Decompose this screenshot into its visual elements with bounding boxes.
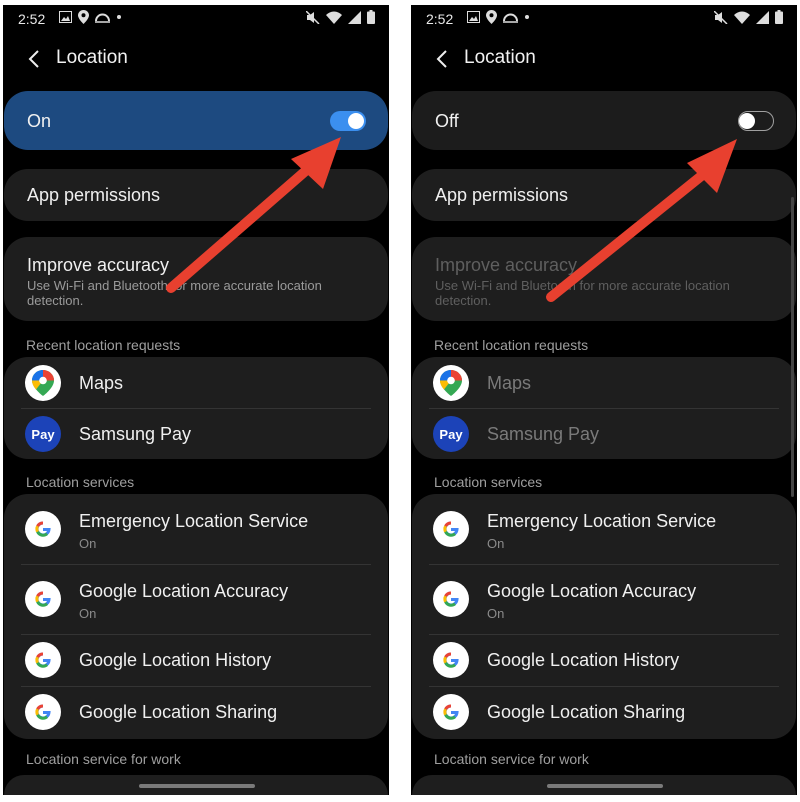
app-permissions-row[interactable]: App permissions [412, 169, 796, 221]
google-icon [433, 511, 469, 547]
app-permissions-label: App permissions [435, 185, 569, 205]
google-icon [433, 694, 469, 730]
maps-icon [433, 365, 469, 401]
app-permissions-label: App permissions [27, 185, 161, 205]
signal-icon [348, 10, 361, 24]
improve-accuracy-title: Improve accuracy [27, 255, 170, 275]
weather-icon [503, 13, 518, 23]
battery-icon [367, 10, 375, 24]
more-notifications-dot-icon [525, 15, 529, 19]
google-icon [433, 642, 469, 678]
list-item-label: Google Location Sharing [487, 702, 686, 722]
location-services-header: Location services [434, 474, 543, 490]
scrollbar[interactable] [791, 197, 794, 497]
list-item-label: Google Location History [79, 650, 272, 670]
image-notification-icon [467, 11, 480, 23]
list-item-label: Google Location History [487, 650, 680, 670]
recent-requests-list: Maps Pay Samsung Pay [4, 357, 388, 459]
mute-icon [714, 10, 728, 24]
list-item-google-location-accuracy[interactable]: Google Location Accuracy On [412, 564, 796, 634]
toggle-knob [739, 113, 755, 129]
location-services-list: Emergency Location Service On Google Loc… [4, 494, 388, 739]
improve-accuracy-description: Use Wi-Fi and Bluetooth for more accurat… [435, 278, 730, 308]
location-toggle-switch[interactable] [330, 111, 366, 131]
signal-icon [756, 10, 769, 24]
list-item-label: Google Location Accuracy [487, 581, 697, 601]
status-bar: 2:52 [411, 5, 797, 31]
back-arrow-icon[interactable] [431, 47, 455, 71]
list-item-label: Emergency Location Service [487, 511, 717, 531]
app-permissions-row[interactable]: App permissions [4, 169, 388, 221]
list-item-emergency-location-service[interactable]: Emergency Location Service On [4, 494, 388, 564]
page-title: Location [56, 47, 128, 68]
list-item-label: Samsung Pay [487, 424, 600, 444]
mute-icon [306, 10, 320, 24]
location-services-list: Emergency Location Service On Google Loc… [412, 494, 796, 739]
work-services-header: Location service for work [26, 751, 181, 767]
list-item-emergency-location-service[interactable]: Emergency Location Service On [412, 494, 796, 564]
google-icon [25, 511, 61, 547]
google-icon [25, 694, 61, 730]
list-item-google-location-accuracy[interactable]: Google Location Accuracy On [4, 564, 388, 634]
google-icon [433, 581, 469, 617]
list-item-google-location-history[interactable]: Google Location History [4, 634, 388, 686]
more-notifications-dot-icon [117, 15, 121, 19]
toggle-knob [348, 113, 364, 129]
google-icon [25, 642, 61, 678]
location-master-toggle-row[interactable]: Off [412, 91, 796, 150]
recent-requests-header: Recent location requests [26, 337, 181, 353]
weather-icon [95, 13, 110, 23]
phone-screen-location-on: 2:52 Location On App permissions Improve… [3, 5, 389, 795]
google-icon [25, 581, 61, 617]
location-toggle-switch[interactable] [738, 111, 774, 131]
list-item-status: On [487, 536, 505, 551]
image-notification-icon [59, 11, 72, 23]
list-item-samsung-pay[interactable]: Pay Samsung Pay [412, 408, 796, 459]
list-item-label: Google Location Sharing [79, 702, 278, 722]
list-item-google-location-sharing[interactable]: Google Location Sharing [4, 686, 388, 739]
location-pin-icon [486, 10, 497, 24]
list-item-label: Samsung Pay [79, 424, 192, 444]
back-arrow-icon[interactable] [23, 47, 47, 71]
list-item-maps[interactable]: Maps [412, 357, 796, 408]
list-item-label: Maps [487, 373, 532, 393]
wifi-icon [734, 11, 750, 24]
samsung-pay-icon: Pay [433, 416, 469, 452]
list-item-maps[interactable]: Maps [4, 357, 388, 408]
battery-icon [775, 10, 783, 24]
status-bar: 2:52 [3, 5, 389, 31]
location-master-toggle-row[interactable]: On [4, 91, 388, 150]
list-item-samsung-pay[interactable]: Pay Samsung Pay [4, 408, 388, 459]
list-item-status: On [487, 606, 505, 621]
improve-accuracy-description: Use Wi-Fi and Bluetooth for more accurat… [27, 278, 322, 308]
master-toggle-label: Off [435, 111, 459, 131]
navigation-handle[interactable] [139, 784, 255, 788]
status-time: 2:52 [426, 11, 454, 27]
work-services-header: Location service for work [434, 751, 589, 767]
list-item-status: On [79, 536, 97, 551]
maps-icon [25, 365, 61, 401]
master-toggle-label: On [27, 111, 52, 131]
list-item-status: On [79, 606, 97, 621]
recent-requests-header: Recent location requests [434, 337, 589, 353]
list-item-label: Emergency Location Service [79, 511, 309, 531]
list-item-google-location-sharing[interactable]: Google Location Sharing [412, 686, 796, 739]
app-bar: Location [411, 39, 797, 79]
status-time: 2:52 [18, 11, 46, 27]
phone-screen-location-off: 2:52 Location Off App permissions Improv… [411, 5, 797, 795]
recent-requests-list: Maps Pay Samsung Pay [412, 357, 796, 459]
navigation-handle[interactable] [547, 784, 663, 788]
wifi-icon [326, 11, 342, 24]
improve-accuracy-row[interactable]: Improve accuracy Use Wi-Fi and Bluetooth… [4, 237, 388, 321]
location-pin-icon [78, 10, 89, 24]
list-item-google-location-history[interactable]: Google Location History [412, 634, 796, 686]
list-item-label: Google Location Accuracy [79, 581, 289, 601]
list-item-label: Maps [79, 373, 124, 393]
app-bar: Location [3, 39, 389, 79]
page-title: Location [464, 47, 536, 68]
location-services-header: Location services [26, 474, 135, 490]
samsung-pay-icon: Pay [25, 416, 61, 452]
improve-accuracy-row: Improve accuracy Use Wi-Fi and Bluetooth… [412, 237, 796, 321]
improve-accuracy-title: Improve accuracy [435, 255, 578, 275]
